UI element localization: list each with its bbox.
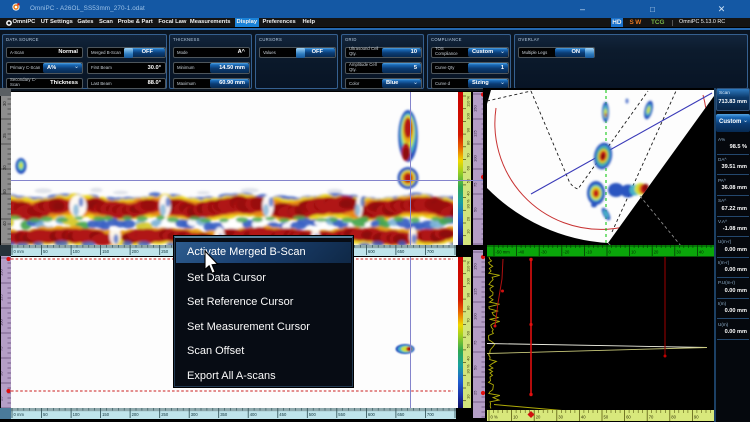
svg-text:90: 90 — [694, 415, 699, 420]
svg-text:50: 50 — [43, 249, 48, 254]
svg-text:100: 100 — [473, 313, 478, 320]
svg-text:-40: -40 — [518, 250, 525, 255]
svg-text:75: 75 — [1, 346, 4, 351]
svg-text:60: 60 — [626, 415, 631, 420]
svg-text:30: 30 — [2, 101, 7, 106]
svg-text:350: 350 — [220, 412, 228, 417]
svg-text:20: 20 — [536, 415, 541, 420]
svg-text:40: 40 — [2, 221, 7, 226]
svg-text:150: 150 — [102, 249, 110, 254]
svg-text:40: 40 — [699, 250, 704, 255]
svg-text:20: 20 — [466, 381, 471, 386]
svg-text:50: 50 — [473, 365, 478, 370]
svg-text:-50 mm: -50 mm — [496, 250, 511, 255]
svg-text:0 %: 0 % — [491, 415, 498, 420]
svg-text:110 %: 110 % — [466, 96, 471, 107]
svg-text:650: 650 — [397, 249, 405, 254]
svg-text:100: 100 — [473, 155, 478, 162]
svg-text:75: 75 — [473, 340, 478, 345]
svg-text:90: 90 — [466, 292, 471, 297]
svg-text:20: 20 — [654, 250, 659, 255]
svg-text:0 mm: 0 mm — [14, 249, 25, 254]
svg-text:25: 25 — [473, 390, 478, 395]
svg-text:125: 125 — [473, 130, 478, 137]
svg-text:40: 40 — [466, 191, 471, 196]
svg-text:400: 400 — [250, 412, 258, 417]
svg-text:700: 700 — [427, 412, 435, 417]
svg-text:60: 60 — [466, 165, 471, 170]
svg-text:80: 80 — [466, 305, 471, 310]
svg-text:150: 150 — [102, 412, 110, 417]
svg-text:100: 100 — [1, 319, 4, 326]
svg-text:-30: -30 — [541, 250, 548, 255]
svg-text:150: 150 — [473, 263, 478, 270]
svg-text:70: 70 — [466, 318, 471, 323]
svg-text:20: 20 — [466, 216, 471, 221]
svg-text:80: 80 — [671, 415, 676, 420]
svg-text:-10: -10 — [586, 250, 593, 255]
svg-text:110 %: 110 % — [466, 261, 471, 272]
svg-text:100: 100 — [466, 277, 471, 284]
svg-text:300: 300 — [191, 412, 199, 417]
svg-text:10: 10 — [513, 415, 518, 420]
svg-text:100: 100 — [73, 249, 81, 254]
svg-text:25: 25 — [1, 396, 4, 401]
svg-text:50: 50 — [466, 343, 471, 348]
svg-text:100: 100 — [73, 412, 81, 417]
svg-text:70: 70 — [466, 153, 471, 158]
svg-text:125: 125 — [1, 294, 4, 301]
svg-text:60: 60 — [466, 330, 471, 335]
svg-text:30: 30 — [676, 250, 681, 255]
svg-text:90: 90 — [466, 127, 471, 132]
svg-text:250: 250 — [161, 249, 169, 254]
svg-text:450: 450 — [279, 412, 287, 417]
svg-text:25: 25 — [2, 133, 7, 138]
svg-text:40: 40 — [581, 415, 586, 420]
svg-text:80: 80 — [466, 140, 471, 145]
svg-text:100: 100 — [466, 112, 471, 119]
svg-text:30 %: 30 % — [466, 364, 471, 374]
svg-text:600: 600 — [368, 412, 376, 417]
svg-text:50: 50 — [43, 412, 48, 417]
svg-text:150: 150 — [473, 105, 478, 112]
svg-text:70: 70 — [649, 415, 654, 420]
svg-text:75: 75 — [473, 182, 478, 187]
svg-text:30: 30 — [558, 415, 563, 420]
svg-text:125: 125 — [473, 288, 478, 295]
svg-text:0 mm: 0 mm — [14, 412, 25, 417]
svg-text:550: 550 — [338, 412, 346, 417]
svg-text:10: 10 — [466, 394, 471, 399]
svg-text:40: 40 — [466, 356, 471, 361]
svg-text:30 %: 30 % — [466, 199, 471, 209]
svg-text:-20: -20 — [563, 250, 570, 255]
svg-text:10: 10 — [466, 229, 471, 234]
svg-text:50: 50 — [473, 207, 478, 212]
svg-text:50: 50 — [1, 371, 4, 376]
svg-text:50: 50 — [604, 415, 609, 420]
svg-text:10: 10 — [631, 250, 636, 255]
svg-text:200: 200 — [132, 412, 140, 417]
svg-text:50: 50 — [2, 189, 7, 194]
svg-text:250: 250 — [161, 412, 169, 417]
svg-text:150: 150 — [1, 269, 4, 276]
svg-text:600: 600 — [368, 249, 376, 254]
svg-text:700: 700 — [427, 249, 435, 254]
svg-text:650: 650 — [397, 412, 405, 417]
svg-text:500: 500 — [309, 412, 317, 417]
svg-text:20: 20 — [2, 165, 7, 170]
svg-text:200: 200 — [132, 249, 140, 254]
